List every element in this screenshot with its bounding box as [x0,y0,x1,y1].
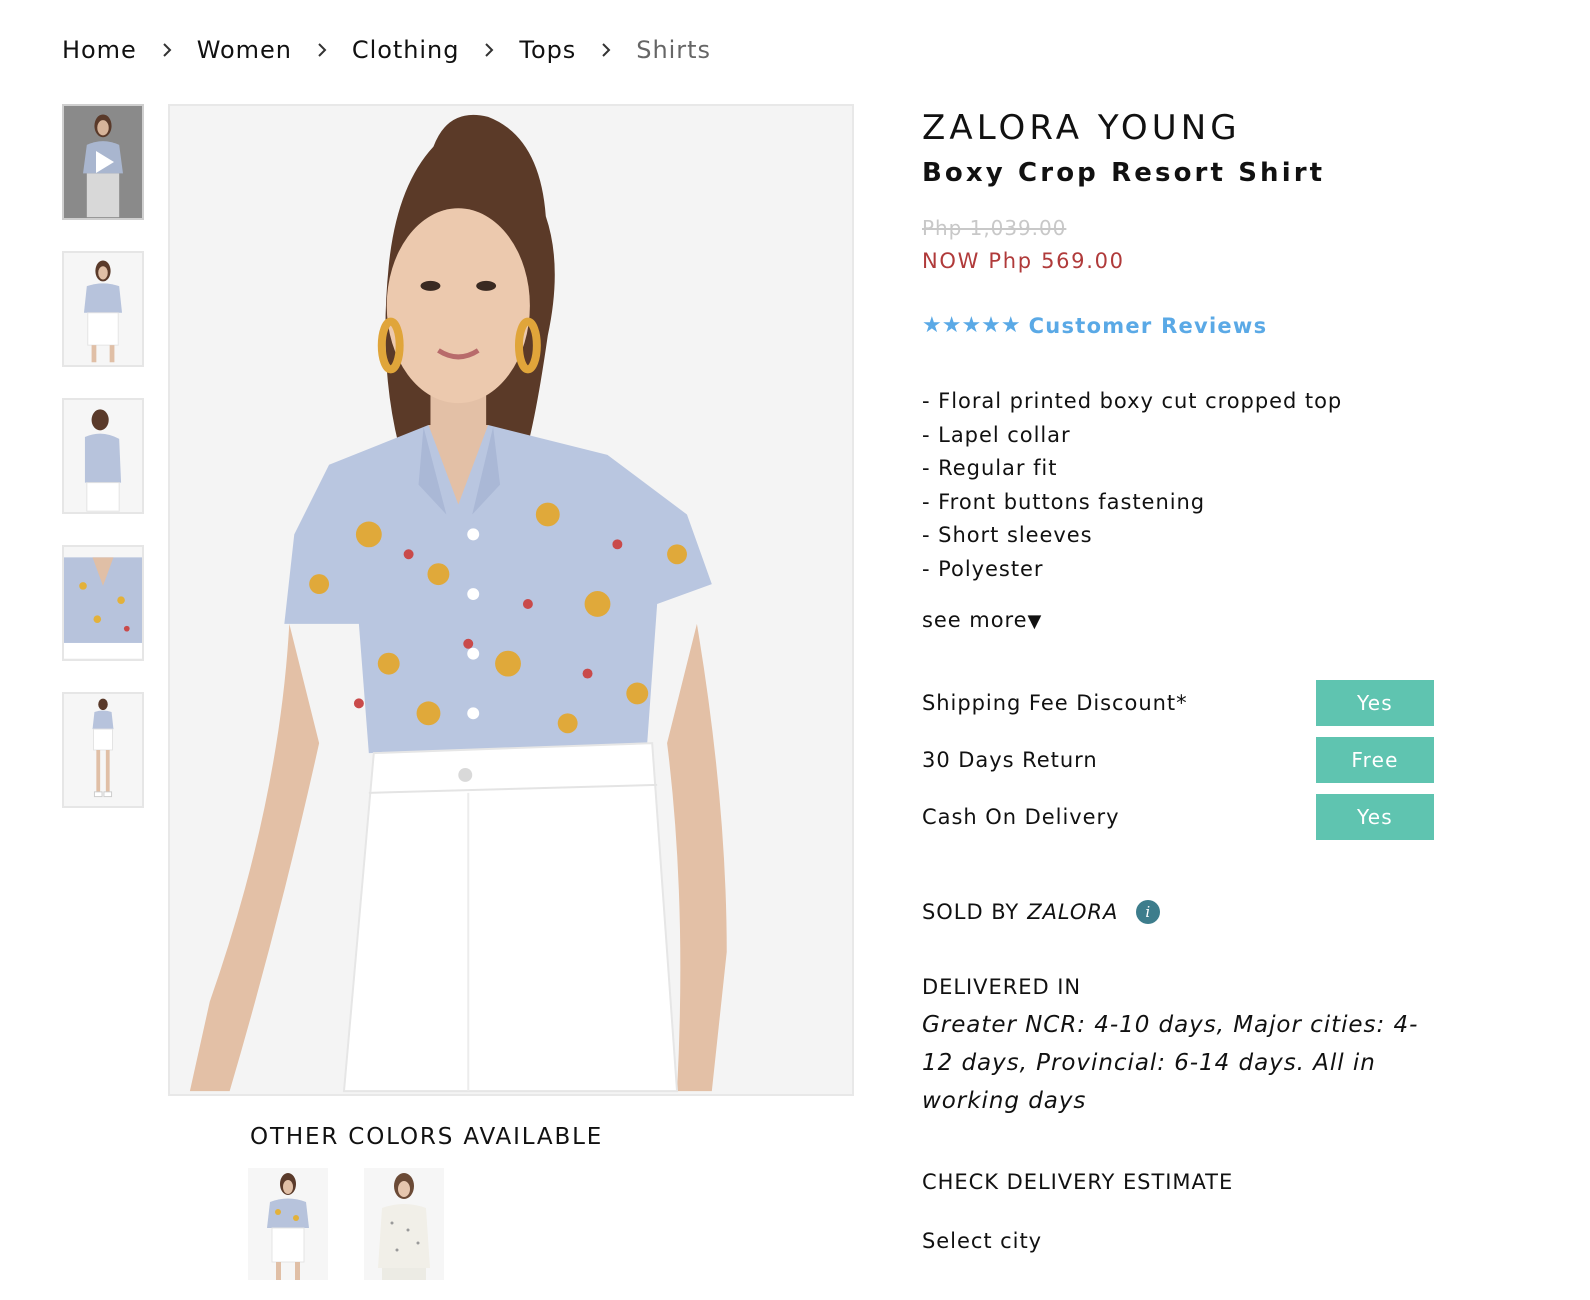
breadcrumb: Home Women Clothing Tops Shirts [62,36,711,64]
product-photo [364,1168,444,1280]
perk-cod: Cash On Delivery Yes [922,794,1434,840]
brand-name[interactable]: ZALORA YOUNG [922,108,1452,148]
original-price: Php 1,039.00 [922,216,1067,240]
description-item: - Lapel collar [922,422,1071,447]
other-colors-title: OTHER COLORS AVAILABLE [250,1124,604,1150]
customer-reviews-link[interactable]: ★★★★★ Customer Reviews [922,313,1267,338]
description-item: - Short sleeves [922,523,1093,547]
description-item: - Floral printed boxy cut cropped top [922,389,1343,413]
thumbnail-side[interactable] [62,398,144,514]
perk-badge: Yes [1316,680,1434,726]
breadcrumb-women[interactable]: Women [197,36,292,64]
reviews-label: Customer Reviews [1028,313,1268,338]
perk-shipping-discount: Shipping Fee Discount* Yes [922,680,1434,726]
delivery-times: Greater NCR: 4-10 days, Major cities: 4-… [922,1012,1419,1114]
main-product-image[interactable] [168,104,854,1096]
select-city-dropdown[interactable]: Select city [922,1229,1042,1253]
product-photo [64,694,142,806]
see-more-label: see more [922,608,1028,632]
product-description: - Floral printed boxy cut cropped top - … [922,386,1342,587]
description-item: - Front buttons fastening [922,489,1206,514]
breadcrumb-shirts: Shirts [636,36,711,64]
breadcrumb-home[interactable]: Home [62,36,137,64]
color-option-white-print[interactable] [364,1168,444,1280]
check-delivery-title: CHECK DELIVERY ESTIMATE [922,1170,1234,1194]
thumbnail-gallery [62,104,144,839]
perk-label: Shipping Fee Discount* [922,691,1188,715]
color-option-blue-floral[interactable] [248,1168,328,1280]
description-item: - Regular fit [922,456,1058,480]
chevron-right-icon [598,42,614,58]
see-more-button[interactable]: see more▼ [922,608,1042,632]
thumbnail-video[interactable] [62,104,144,220]
sale-price: NOW Php 569.00 [922,249,1125,273]
product-photo [64,253,142,365]
sold-by: SOLD BY ZALORA i [922,900,1161,924]
chevron-right-icon [481,42,497,58]
product-photo [170,106,852,1094]
thumbnail-full[interactable] [62,692,144,808]
triangle-down-icon: ▼ [1027,611,1043,632]
info-icon[interactable]: i [1136,900,1161,924]
perk-return: 30 Days Return Free [922,737,1434,783]
chevron-right-icon [314,42,330,58]
description-item: - Polyester [922,556,1044,581]
perk-label: 30 Days Return [922,748,1098,772]
star-rating-icon: ★★★★★ [922,313,1021,338]
sold-by-label: SOLD BY [922,900,1020,924]
breadcrumb-tops[interactable]: Tops [519,36,576,64]
perk-badge: Free [1316,737,1434,783]
product-name: Boxy Crop Resort Shirt [922,158,1326,188]
product-photo [64,547,142,659]
perk-badge: Yes [1316,794,1434,840]
delivered-in-title: DELIVERED IN [922,975,1082,999]
perk-label: Cash On Delivery [922,805,1120,829]
product-info: ZALORA YOUNG Boxy Crop Resort Shirt Php … [922,104,1452,1253]
product-photo [248,1168,328,1280]
product-photo [64,400,142,512]
breadcrumb-clothing[interactable]: Clothing [352,36,460,64]
thumbnail-front[interactable] [62,251,144,367]
chevron-right-icon [159,42,175,58]
seller-name: ZALORA [1027,900,1119,924]
play-icon [96,151,114,173]
thumbnail-detail[interactable] [62,545,144,661]
